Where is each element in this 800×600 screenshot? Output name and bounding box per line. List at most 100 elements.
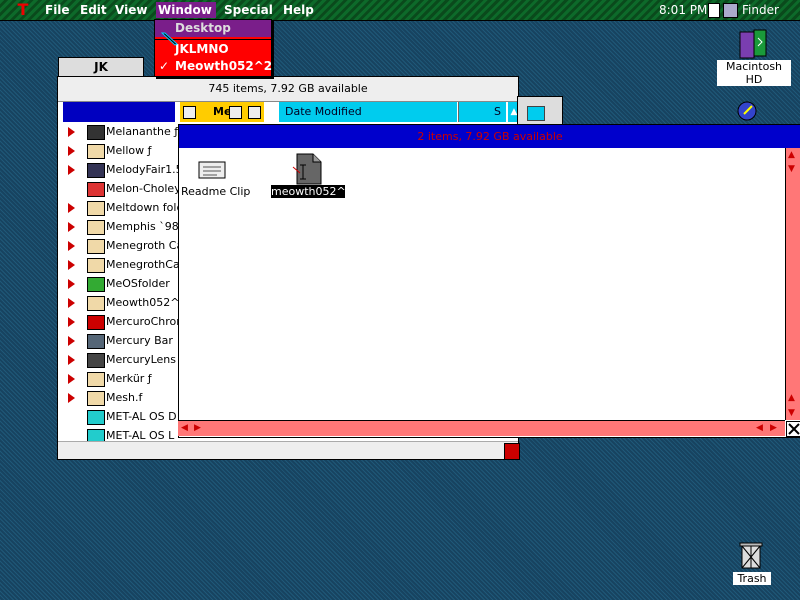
menu-special[interactable]: Special xyxy=(222,2,275,18)
background-window-edge xyxy=(517,96,563,126)
list-item-label: Mercury Bar xyxy=(106,334,173,347)
folder-icon xyxy=(87,296,105,311)
scroll-up-arrow-icon[interactable]: ▲ xyxy=(788,148,795,162)
desktop-label-macintosh-hd[interactable]: Macintosh HD xyxy=(717,60,791,86)
folder-icon xyxy=(87,163,105,178)
menu-edit[interactable]: Edit xyxy=(78,2,109,18)
clock[interactable]: 8:01 PM xyxy=(657,2,709,18)
scroll-left-arrow-icon-right[interactable]: ◀ xyxy=(756,421,763,435)
list-item[interactable]: Merkür ƒ xyxy=(63,369,181,388)
list-item-label: MeOSfolder xyxy=(106,277,170,290)
list-item[interactable]: Meowth052^2 xyxy=(63,293,181,312)
scroll-right-arrow-icon-left[interactable]: ▶ xyxy=(194,421,201,435)
folder-icon xyxy=(87,353,105,368)
disclosure-triangle-icon[interactable] xyxy=(68,355,75,365)
list-item[interactable]: Mesh.f xyxy=(63,388,181,407)
trash-icon[interactable] xyxy=(738,540,764,570)
hard-disk-icon[interactable] xyxy=(736,28,770,60)
list-item-label: MercuroChron xyxy=(106,315,181,328)
collapse-box-icon[interactable] xyxy=(248,106,261,119)
tab-jk[interactable]: JK xyxy=(58,57,144,77)
scroll-down-arrow-icon[interactable]: ▼ xyxy=(788,406,795,420)
folder-icon xyxy=(87,258,105,273)
disk-icon[interactable] xyxy=(736,100,758,122)
disclosure-triangle-icon[interactable] xyxy=(68,241,75,251)
disclosure-triangle-icon[interactable] xyxy=(68,127,75,137)
folder-icon xyxy=(87,334,105,349)
zoom-box-icon[interactable] xyxy=(229,106,242,119)
desktop-label-trash[interactable]: Trash xyxy=(733,572,771,585)
check-mark-icon: ✓ xyxy=(159,59,170,73)
column-header-date[interactable]: Date Modified xyxy=(279,102,457,122)
list-item[interactable]: Mercury Bar xyxy=(63,331,181,350)
tab-meowth[interactable]: Me xyxy=(180,102,264,122)
scroll-right-arrow-icon[interactable]: ▶ xyxy=(770,421,777,435)
list-window-status: 745 items, 7.92 GB available xyxy=(58,77,518,102)
list-horizontal-scrollbar[interactable] xyxy=(58,441,518,459)
close-box-icon[interactable] xyxy=(183,106,196,119)
column-header-size[interactable]: S xyxy=(458,102,506,122)
list-item[interactable]: MercuroChron xyxy=(63,312,181,331)
disclosure-triangle-icon[interactable] xyxy=(68,298,75,308)
disclosure-triangle-icon[interactable] xyxy=(68,279,75,289)
menu-file[interactable]: File xyxy=(43,2,72,18)
list-item[interactable]: MelodyFair1.5 xyxy=(63,160,181,179)
window-menu-item-meowth-label: Meowth052^2 xyxy=(175,59,273,73)
list-item-label: MercuryLens xyxy=(106,353,176,366)
apple-menu-icon[interactable]: T xyxy=(14,1,32,19)
vertical-scrollbar[interactable]: ▲ ▼ ▲ ▼ xyxy=(785,148,800,420)
scroll-up-arrow-icon-bottom[interactable]: ▲ xyxy=(788,391,795,405)
list-item[interactable]: Memphis `98 xyxy=(63,217,181,236)
window-menu-item-meowth[interactable]: ✓ Meowth052^2 xyxy=(155,58,273,75)
front-window: 2 items, 7.92 GB available Readme Clip m… xyxy=(178,124,800,438)
document-icon[interactable] xyxy=(291,153,323,185)
folder-icon xyxy=(87,201,105,216)
list-item-label: Meltdown folde xyxy=(106,201,181,214)
list-item-label: Merkür ƒ xyxy=(106,372,152,385)
list-item-label: MelodyFair1.5 xyxy=(106,163,181,176)
application-menu[interactable]: Finder xyxy=(740,2,781,18)
control-strip-icon[interactable] xyxy=(708,3,720,18)
menu-window[interactable]: Window xyxy=(156,2,216,18)
front-window-status: 2 items, 7.92 GB available xyxy=(179,125,800,148)
disclosure-triangle-icon[interactable] xyxy=(68,146,75,156)
window-control-icon[interactable] xyxy=(527,106,545,121)
list-item[interactable]: Menegroth Cav xyxy=(63,236,181,255)
icon-label-meowth[interactable]: meowth052^2 xyxy=(271,185,353,198)
list-item[interactable]: Melon-Choley xyxy=(63,179,181,198)
list-item-label: Meowth052^2 xyxy=(106,296,181,309)
menu-bar: T File Edit View Window Special Help 8:0… xyxy=(0,0,800,21)
disclosure-triangle-icon[interactable] xyxy=(68,222,75,232)
grow-box-icon[interactable] xyxy=(504,443,520,460)
disclosure-triangle-icon[interactable] xyxy=(68,317,75,327)
disclosure-triangle-icon[interactable] xyxy=(68,260,75,270)
disclosure-triangle-icon[interactable] xyxy=(68,374,75,384)
resize-grip-icon[interactable] xyxy=(786,421,800,437)
list-item-label: Memphis `98 xyxy=(106,220,179,233)
column-header-name[interactable]: Name xyxy=(63,102,175,122)
list-item[interactable]: Meltdown folde xyxy=(63,198,181,217)
icon-label-readme-clip[interactable]: Readme Clip xyxy=(181,185,250,198)
window-menu-item-jklmno-label: JKLMNO xyxy=(175,42,229,56)
scroll-left-arrow-icon[interactable]: ◀ xyxy=(181,421,188,435)
folder-icon xyxy=(87,144,105,159)
list-item[interactable]: Mellow ƒ xyxy=(63,141,181,160)
menu-view[interactable]: View xyxy=(113,2,149,18)
list-item-label: MET-AL OS D xyxy=(106,410,177,423)
list-item[interactable]: MET-AL OS D xyxy=(63,407,181,426)
disclosure-triangle-icon[interactable] xyxy=(68,203,75,213)
list-item[interactable]: MercuryLens xyxy=(63,350,181,369)
folder-icon xyxy=(87,410,105,425)
horizontal-scrollbar[interactable]: ◀ ▶ ◀ ▶ xyxy=(178,420,785,436)
list-item[interactable]: Melananthe ƒ xyxy=(63,122,181,141)
list-item[interactable]: MenegrothCave xyxy=(63,255,181,274)
scroll-down-arrow-icon-top[interactable]: ▼ xyxy=(788,162,795,176)
disclosure-triangle-icon[interactable] xyxy=(68,393,75,403)
disclosure-triangle-icon[interactable] xyxy=(68,336,75,346)
finder-icon[interactable] xyxy=(723,3,738,18)
list-item[interactable]: MeOSfolder xyxy=(63,274,181,293)
clipping-file-icon[interactable] xyxy=(197,158,229,184)
disclosure-triangle-icon[interactable] xyxy=(68,165,75,175)
folder-icon xyxy=(87,220,105,235)
menu-help[interactable]: Help xyxy=(281,2,316,18)
